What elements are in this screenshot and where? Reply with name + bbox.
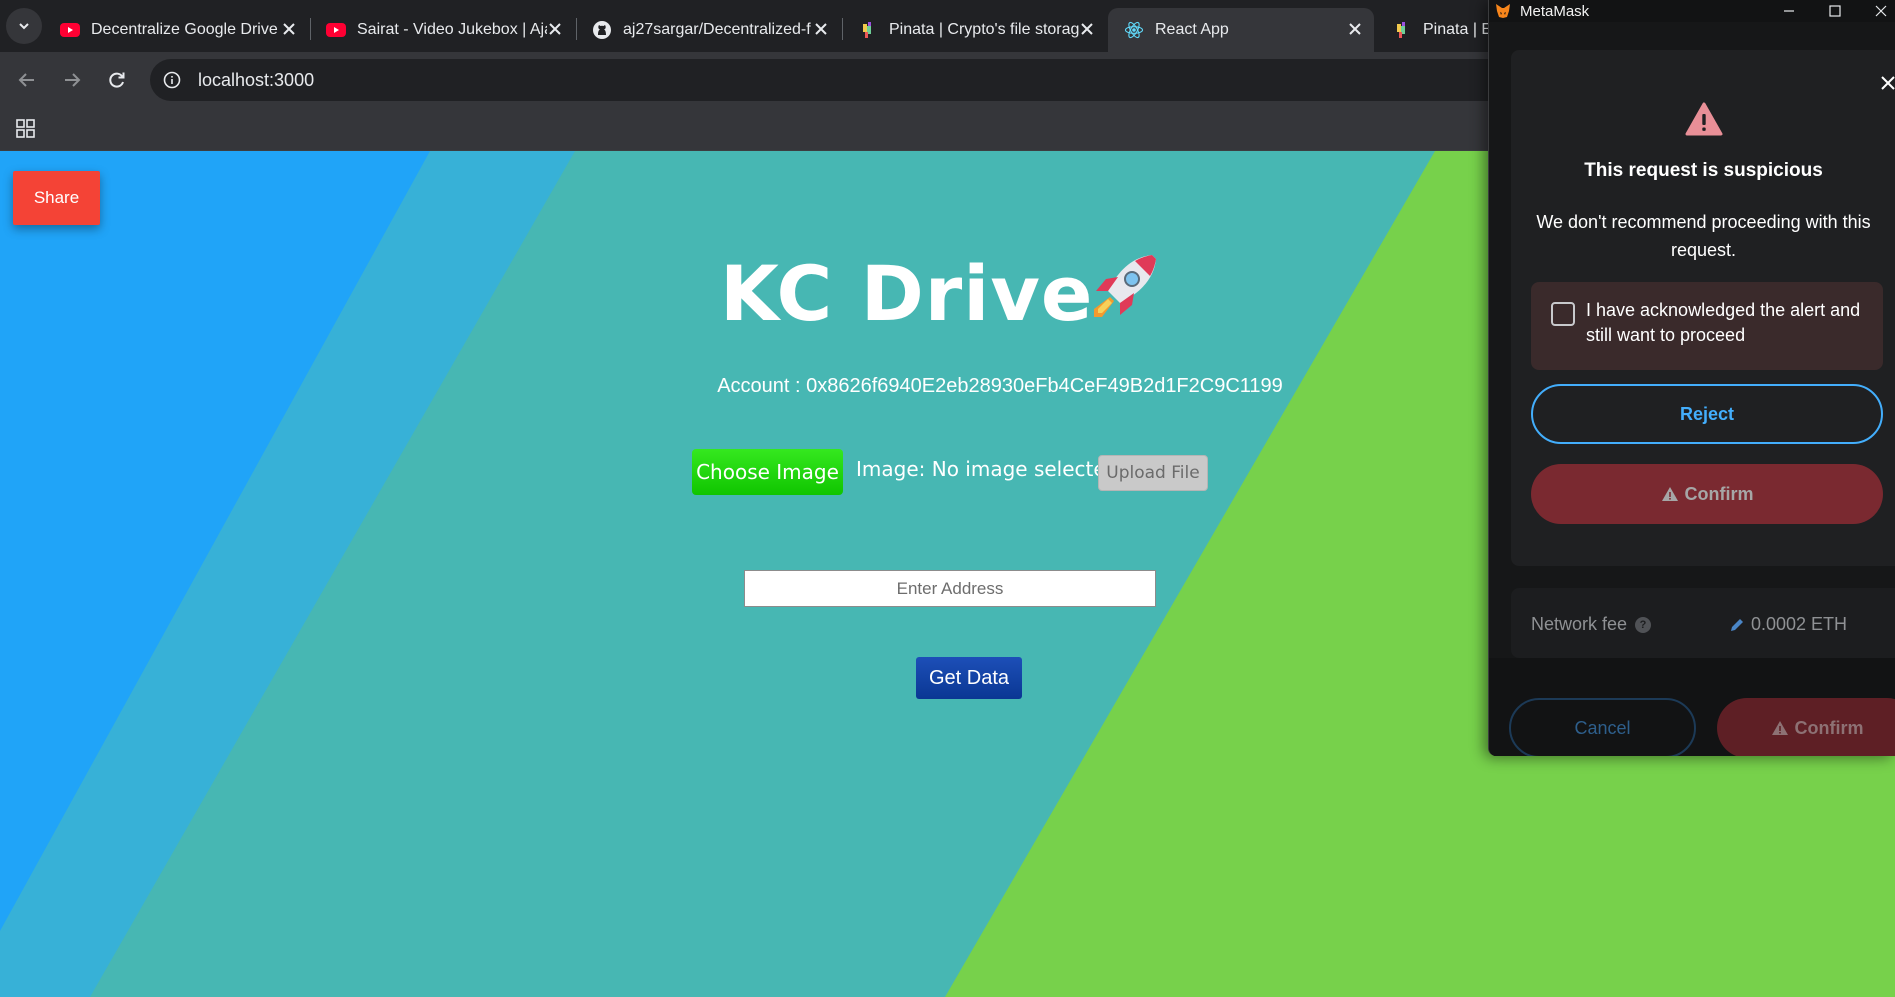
react-icon (1124, 20, 1144, 40)
tab-title: aj27sargar/Decentralized-f (623, 21, 811, 38)
close-icon[interactable] (546, 20, 564, 38)
tab-pinata[interactable]: Pinata | Crypto's file storage (842, 8, 1106, 52)
network-fee-value[interactable]: 0.0002 ETH (1729, 614, 1847, 635)
choose-image-button[interactable]: Choose Image (692, 449, 843, 495)
alert-heading: This request is suspicious (1584, 160, 1823, 181)
reject-button[interactable]: Reject (1531, 384, 1883, 444)
metamask-footer: Cancel Confirm (1489, 658, 1895, 756)
suspicious-request-modal: This request is suspicious We don't reco… (1511, 50, 1895, 566)
tab-title: Pinata | Ef (1423, 21, 1496, 38)
window-close-button[interactable] (1866, 0, 1895, 22)
close-icon[interactable] (1346, 20, 1364, 38)
confirm-button[interactable]: Confirm (1531, 464, 1883, 524)
screen: Decentralize Google Drive Sairat - Video… (0, 0, 1895, 997)
forward-button[interactable] (56, 64, 88, 96)
get-data-button[interactable]: Get Data (916, 657, 1022, 699)
chevron-down-icon (19, 23, 29, 30)
footer-confirm-label: Confirm (1794, 717, 1864, 738)
metamask-window-title: MetaMask (1520, 2, 1590, 20)
close-icon (1875, 5, 1887, 17)
account-address: Account : 0x8626f6940E2eb28930eFb4CeF49B… (717, 375, 1283, 397)
youtube-icon (326, 20, 346, 40)
question-icon[interactable]: ? (1635, 616, 1652, 633)
minimize-button[interactable] (1774, 0, 1804, 22)
github-icon (592, 20, 612, 40)
close-icon[interactable] (812, 20, 830, 38)
share-button[interactable]: Share (13, 171, 100, 225)
pencil-icon (1731, 618, 1743, 631)
network-fee-amount: 0.0002 ETH (1751, 614, 1848, 634)
warning-icon (1661, 487, 1678, 501)
tab-react-app[interactable]: React App (1108, 8, 1374, 52)
pinata-icon (858, 20, 878, 40)
maximize-icon (1829, 5, 1841, 17)
confirm-label: Confirm (1684, 483, 1754, 504)
page-title: KC Drive (720, 249, 1094, 338)
image-status-text: Image: No image selected (856, 457, 1119, 481)
arrow-left-icon (18, 73, 34, 87)
warning-icon (1771, 721, 1788, 735)
warning-icon (1685, 102, 1723, 136)
close-icon[interactable] (1078, 20, 1096, 38)
tab-decentralize-google-drive[interactable]: Decentralize Google Drive (44, 8, 308, 52)
minimize-icon (1784, 10, 1794, 12)
tab-title: Pinata | Crypto's file storage (889, 21, 1079, 38)
acknowledge-alert-box[interactable]: I have acknowledged the alert and still … (1531, 282, 1883, 370)
tab-pinata-2[interactable]: Pinata | Ef (1376, 8, 1496, 52)
upload-file-button[interactable]: Upload File (1098, 455, 1208, 491)
reload-icon (109, 72, 125, 88)
metamask-body: This request is suspicious We don't reco… (1489, 22, 1895, 756)
metamask-fox-icon (1496, 4, 1510, 18)
metamask-window: MetaMask This request is suspicious We d… (1488, 0, 1895, 756)
site-info-icon[interactable] (162, 70, 182, 90)
alert-description: We don't recommend proceeding with this … (1536, 212, 1871, 260)
maximize-button[interactable] (1820, 0, 1850, 22)
network-fee-label: Network fee ? (1531, 614, 1652, 635)
apps-grid-icon[interactable] (14, 117, 38, 141)
cancel-button[interactable]: Cancel (1509, 698, 1696, 756)
enter-address-input[interactable] (744, 570, 1156, 607)
back-button[interactable] (11, 64, 43, 96)
reload-button[interactable] (101, 64, 133, 96)
acknowledge-checkbox[interactable] (1551, 302, 1575, 326)
network-fee-row: Network fee ? 0.0002 ETH (1511, 588, 1895, 658)
close-icon[interactable] (280, 20, 298, 38)
tab-title: Sairat - Video Jukebox | Ajay (357, 21, 547, 38)
rocket-icon (1094, 255, 1156, 317)
tab-search-button[interactable] (6, 8, 42, 44)
metamask-titlebar: MetaMask (1489, 0, 1895, 22)
tab-sairat-video-jukebox[interactable]: Sairat - Video Jukebox | Ajay (310, 8, 574, 52)
address-url: localhost:3000 (198, 69, 315, 90)
tab-github-repo[interactable]: aj27sargar/Decentralized-f (576, 8, 840, 52)
acknowledge-label: I have acknowledged the alert and still … (1586, 300, 1861, 345)
arrow-right-icon (65, 73, 81, 87)
tab-title: Decentralize Google Drive (91, 21, 278, 38)
tab-title: React App (1155, 21, 1229, 38)
youtube-icon (60, 20, 80, 40)
network-fee-text: Network fee (1531, 614, 1628, 634)
pinata-icon (1392, 20, 1412, 40)
footer-confirm-button[interactable]: Confirm (1717, 698, 1895, 756)
close-icon[interactable] (1877, 72, 1895, 94)
